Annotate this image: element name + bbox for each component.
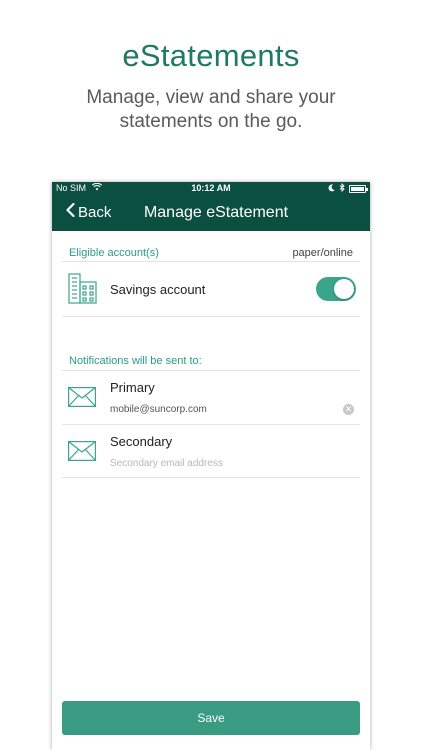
accounts-header-label: Eligible account(s) [69,247,159,259]
save-button[interactable]: Save [62,701,360,735]
status-time: 10:12 AM [191,183,231,193]
divider [62,316,360,317]
paper-online-toggle[interactable] [316,277,356,301]
paper-online-label: paper/online [292,247,353,259]
nav-title: Manage eStatement [143,204,289,221]
clear-icon[interactable]: ✕ [343,404,354,415]
main-content: Eligible account(s) paper/online Savings… [52,231,370,750]
status-bar: No SIM 10:12 AM [52,182,370,195]
promo-title: eStatements [122,38,300,73]
promo-subtitle: Manage, view and share your statements o… [86,87,336,132]
envelope-icon [68,441,96,461]
account-label: Savings account [110,282,206,297]
envelope-icon [68,387,96,407]
secondary-email-field[interactable] [110,458,330,469]
status-icons [328,182,368,194]
divider [62,261,360,262]
secondary-email-row: Secondary [62,425,360,477]
primary-email-field[interactable] [110,404,330,415]
toggle-knob [334,279,354,299]
account-row: Savings account [62,273,360,314]
primary-email-row: Primary ✕ [62,371,360,423]
nav-bar: Back Manage eStatement [52,195,370,231]
divider [62,477,360,478]
accounts-section-header: Eligible account(s) paper/online [69,247,353,259]
building-icon [68,273,98,304]
battery-icon [349,184,368,193]
phone-screen: No SIM 10:12 AM Back Manage eStatement E… [52,182,370,750]
primary-email-title: Primary [110,380,155,395]
bluetooth-icon [339,182,345,194]
secondary-email-title: Secondary [110,434,173,449]
moon-icon [328,183,335,194]
notifications-section-header: Notifications will be sent to: [69,355,202,367]
